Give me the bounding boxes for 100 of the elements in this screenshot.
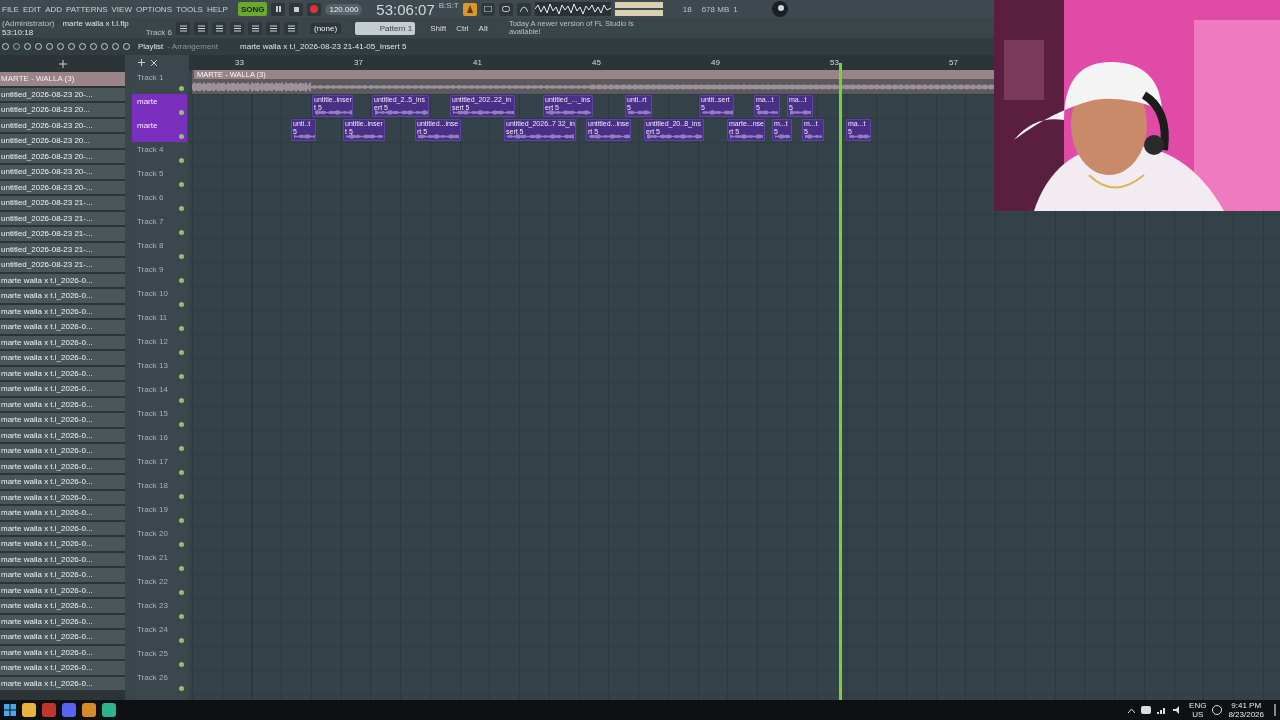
browser-item[interactable]: marte walla x t.l_2026-0... — [0, 676, 125, 690]
mute-button[interactable] — [179, 470, 184, 475]
pattern-selector[interactable]: Pattern 1 — [355, 21, 416, 35]
language-indicator[interactable]: ENG US — [1189, 701, 1207, 719]
browser-item[interactable]: untitled_2026-08-23 21-... — [0, 258, 125, 272]
menu-item[interactable]: TOOLS — [176, 4, 203, 14]
toolbar-button[interactable] — [230, 21, 244, 35]
wait-button[interactable] — [516, 2, 531, 16]
globe-icon[interactable] — [1212, 705, 1223, 715]
browser-item[interactable]: marte walla x t.l_2026-0... — [0, 599, 125, 613]
browser-item[interactable]: marte walla x t.l_2026-0... — [0, 335, 125, 349]
mute-button[interactable] — [179, 614, 184, 619]
metronome-button[interactable] — [462, 2, 477, 16]
mute-button[interactable] — [179, 638, 184, 643]
toolbar-button[interactable] — [266, 21, 280, 35]
browser-item[interactable]: untitled_2026-08-23 20-... — [0, 165, 125, 179]
track-header[interactable]: Track 13 — [132, 358, 187, 382]
browser-item[interactable]: marte walla x t.l_2026-0... — [0, 304, 125, 318]
track-header[interactable]: Track 18 — [132, 478, 187, 502]
track-header[interactable]: Track 8 — [132, 238, 187, 262]
track-header[interactable]: Track 9 — [132, 262, 187, 286]
browser-item[interactable]: untitled_2026-08-23 20-... — [0, 118, 125, 132]
browser-item[interactable]: marte walla x t.l_2026-0... — [0, 630, 125, 644]
mute-button[interactable] — [179, 542, 184, 547]
mute-button[interactable] — [179, 494, 184, 499]
track-header[interactable]: marte — [132, 94, 187, 118]
mute-button[interactable] — [179, 350, 184, 355]
app-icon[interactable] — [771, 1, 788, 17]
track-header[interactable]: Track 12 — [132, 334, 187, 358]
song-mode-button[interactable]: SONG — [237, 2, 268, 16]
browser-item[interactable]: marte walla x t.l_2026-0... — [0, 366, 125, 380]
mute-button[interactable] — [179, 446, 184, 451]
mute-button[interactable] — [179, 686, 184, 691]
track-header[interactable]: Track 4 — [132, 142, 187, 166]
mute-button[interactable] — [179, 158, 184, 163]
toolbar-button[interactable] — [284, 21, 298, 35]
browser-item[interactable]: untitled_2026-08-23 20... — [0, 134, 125, 148]
track-header[interactable]: Track 6 — [132, 190, 187, 214]
track-header[interactable]: Track 1 — [132, 70, 187, 94]
mute-button[interactable] — [179, 206, 184, 211]
network-icon[interactable] — [1157, 706, 1168, 714]
mute-button[interactable] — [179, 254, 184, 259]
mute-button[interactable] — [179, 590, 184, 595]
mute-button[interactable] — [179, 278, 184, 283]
track-header[interactable]: Track 26 — [132, 670, 187, 694]
track-header[interactable]: Track 22 — [132, 574, 187, 598]
track-header[interactable]: Track 16 — [132, 430, 187, 454]
browser-item[interactable]: marte walla x t.l_2026-0... — [0, 289, 125, 303]
loop-button[interactable] — [498, 2, 513, 16]
mute-button[interactable] — [179, 518, 184, 523]
browser-item[interactable]: marte walla x t.l_2026-0... — [0, 351, 125, 365]
clock[interactable]: 9:41 PM 8/23/2026 — [1228, 701, 1264, 719]
mute-button[interactable] — [179, 566, 184, 571]
toolbar-button[interactable] — [212, 21, 226, 35]
browser-item[interactable]: untitled_2026-08-23 20-... — [0, 180, 125, 194]
browser-item[interactable]: marte walla x t.l_2026-0... — [0, 382, 125, 396]
track-header[interactable]: Track 17 — [132, 454, 187, 478]
menu-item[interactable]: HELP — [206, 4, 228, 14]
track-header[interactable]: Track 19 — [132, 502, 187, 526]
browser-item[interactable]: marte walla x t.l_2026-0... — [0, 552, 125, 566]
browser-item[interactable]: untitled_2026-08-23 20... — [0, 103, 125, 117]
browser-item[interactable]: untitled_2026-08-23 20-... — [0, 149, 125, 163]
track-header[interactable]: Track 23 — [132, 598, 187, 622]
browser-item[interactable]: marte walla x t.l_2026-0... — [0, 537, 125, 551]
browser-item[interactable]: marte walla x t.l_2026-0... — [0, 506, 125, 520]
track-header[interactable]: Track 20 — [132, 526, 187, 550]
tempo-display[interactable]: 120.000 — [325, 3, 363, 15]
track-header[interactable]: Track 5 — [132, 166, 187, 190]
browser-item[interactable]: marte walla x t.l_2026-0... — [0, 397, 125, 411]
browser-item[interactable]: untitled_2026-08-23 21-... — [0, 211, 125, 225]
toolbar-button[interactable] — [248, 21, 262, 35]
browser-item[interactable]: marte walla x t.l_2026-0... — [0, 583, 125, 597]
browser-item[interactable]: untitled_2026-08-23 21-... — [0, 196, 125, 210]
track-header[interactable]: marte — [132, 118, 187, 142]
browser-item[interactable]: marte walla x t.l_2026-0... — [0, 645, 125, 659]
folder-icon[interactable] — [22, 703, 36, 717]
mute-button[interactable] — [179, 134, 184, 139]
stop-button[interactable] — [289, 2, 304, 16]
plus-icon[interactable] — [58, 59, 67, 68]
track-header[interactable]: Track 7 — [132, 214, 187, 238]
caret-icon[interactable] — [1128, 707, 1136, 713]
mute-button[interactable] — [179, 422, 184, 427]
menu-item[interactable]: OPTIONS — [135, 4, 172, 14]
pause-button[interactable] — [271, 2, 286, 16]
mute-button[interactable] — [179, 398, 184, 403]
tray-icon[interactable] — [1141, 706, 1152, 714]
mute-button[interactable] — [179, 374, 184, 379]
menu-item[interactable]: FILE — [2, 4, 19, 14]
browser-item[interactable]: marte walla x t.l_2026-0... — [0, 475, 125, 489]
browser-item[interactable]: marte walla x t.l_2026-0... — [0, 273, 125, 287]
mute-button[interactable] — [179, 110, 184, 115]
track-header[interactable]: Track 11 — [132, 310, 187, 334]
browser-item[interactable]: marte walla x t.l_2026-0... — [0, 459, 125, 473]
browser-item[interactable]: marte walla x t.l_2026-0... — [0, 661, 125, 675]
browser-item[interactable]: marte walla x t.l_2026-0... — [0, 568, 125, 582]
browser-item[interactable]: marte walla x t.l_2026-0... — [0, 614, 125, 628]
mute-button[interactable] — [179, 302, 184, 307]
timeline-ruler[interactable]: 33 37 41 45 49 53 57 — [189, 55, 994, 70]
plus-icon[interactable] — [138, 59, 145, 66]
browser-item[interactable]: marte walla x t.l_2026-0... — [0, 521, 125, 535]
